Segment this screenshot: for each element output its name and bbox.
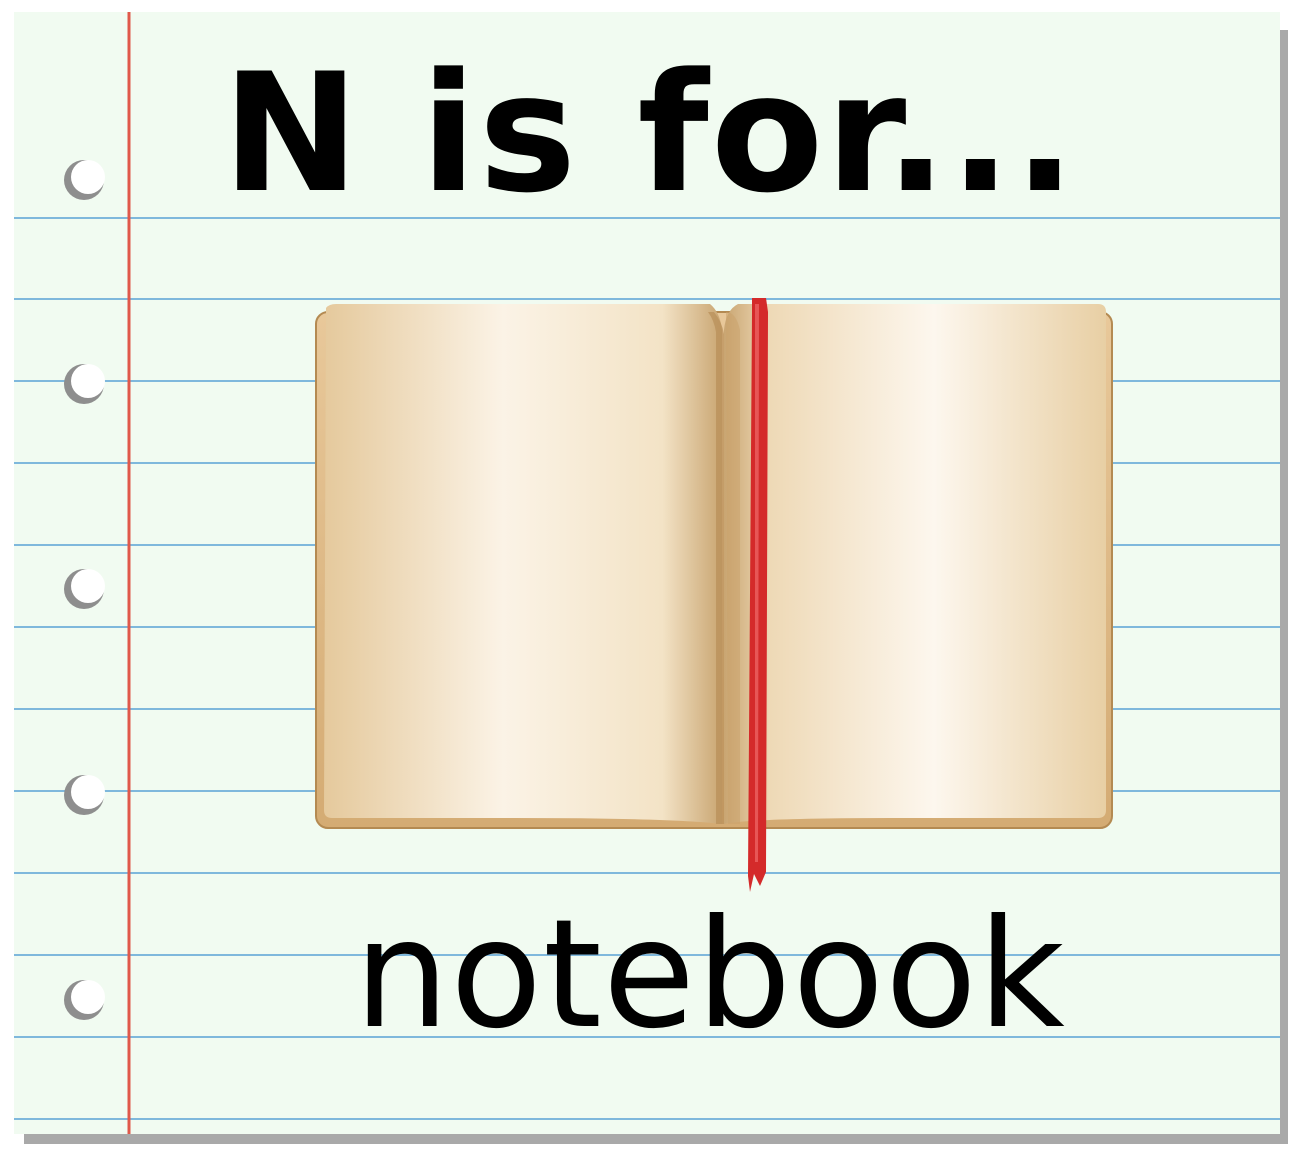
- open-notebook-icon: [315, 298, 1113, 892]
- notebook-spine-shadow: [726, 312, 740, 824]
- flashcard-word: notebook: [354, 888, 1066, 1062]
- notebook-left-page: [324, 304, 722, 824]
- flashcard-heading: N is for...: [222, 38, 1078, 229]
- notebook-right-page: [724, 304, 1106, 824]
